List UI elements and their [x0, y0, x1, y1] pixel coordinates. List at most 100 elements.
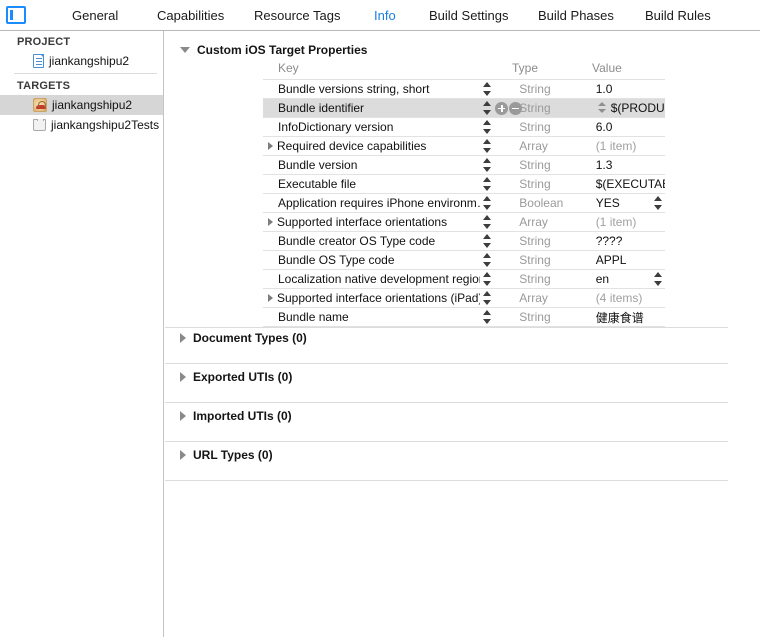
value-stepper-icon[interactable]: [651, 195, 665, 211]
plist-type-cell[interactable]: String: [512, 101, 586, 115]
plist-type-cell[interactable]: Array: [512, 215, 586, 229]
plist-key-cell[interactable]: Bundle name: [263, 310, 480, 324]
table-row[interactable]: Localization native development region St…: [263, 269, 665, 288]
plist-value-cell[interactable]: APPL: [587, 253, 665, 267]
plist-key-cell[interactable]: Executable file: [263, 177, 480, 191]
plist-key-cell[interactable]: Bundle version: [263, 158, 480, 172]
section-url-types[interactable]: URL Types (0): [180, 448, 273, 462]
plist-value-cell[interactable]: (1 item): [587, 215, 665, 229]
disclosure-triangle-right-icon[interactable]: [268, 218, 273, 226]
navigator-toggle-icon[interactable]: [6, 6, 26, 24]
plist-type-cell[interactable]: String: [512, 253, 586, 267]
plist-value-cell[interactable]: YES: [587, 195, 665, 211]
disclosure-triangle-right-icon[interactable]: [268, 142, 273, 150]
plist-key-cell[interactable]: Bundle creator OS Type code: [263, 234, 480, 248]
add-row-button[interactable]: [495, 102, 508, 115]
key-stepper-icon[interactable]: [480, 214, 494, 230]
tab-resource-tags[interactable]: Resource Tags: [254, 8, 340, 23]
tab-build-settings[interactable]: Build Settings: [429, 8, 509, 23]
tab-general[interactable]: General: [72, 8, 118, 23]
plist-value-cell[interactable]: 1.0: [587, 82, 665, 96]
column-header-value: Value: [583, 61, 665, 75]
table-row[interactable]: Supported interface orientations (iPad) A…: [263, 288, 665, 307]
plist-key-cell[interactable]: Bundle OS Type code: [263, 253, 480, 267]
key-stepper-icon[interactable]: [480, 119, 494, 135]
table-row[interactable]: Bundle identifier String$(PRODUCT_: [263, 98, 665, 117]
key-stepper-icon[interactable]: [480, 138, 494, 154]
plist-key-cell[interactable]: Required device capabilities: [263, 139, 480, 153]
plist-type-cell[interactable]: String: [512, 158, 586, 172]
key-stepper-icon[interactable]: [480, 252, 494, 268]
key-stepper-icon[interactable]: [480, 290, 494, 306]
disclosure-triangle-right-icon[interactable]: [180, 450, 186, 460]
sidebar-item-project-0[interactable]: jiankangshipu2: [0, 51, 163, 71]
key-stepper-icon[interactable]: [480, 309, 494, 325]
plist-value-cell[interactable]: (4 items): [587, 291, 665, 305]
disclosure-triangle-right-icon[interactable]: [180, 333, 186, 343]
table-row[interactable]: Bundle OS Type code StringAPPL: [263, 250, 665, 269]
plist-type-cell[interactable]: String: [512, 310, 586, 324]
table-row[interactable]: Bundle version String1.3: [263, 155, 665, 174]
disclosure-triangle-right-icon[interactable]: [180, 372, 186, 382]
key-stepper-icon[interactable]: [480, 233, 494, 249]
section-document-types[interactable]: Document Types (0): [180, 331, 307, 345]
section-imported-utis[interactable]: Imported UTIs (0): [180, 409, 292, 423]
plist-type-cell[interactable]: String: [512, 272, 586, 286]
table-row[interactable]: Bundle name String健康食谱: [263, 307, 665, 327]
tab-build-rules[interactable]: Build Rules: [645, 8, 711, 23]
table-row[interactable]: InfoDictionary version String6.0: [263, 117, 665, 136]
table-row[interactable]: Executable file String$(EXECUTABL: [263, 174, 665, 193]
plist-type-cell[interactable]: Boolean: [512, 196, 586, 210]
plist-value-cell[interactable]: 健康食谱: [587, 309, 665, 326]
app-target-icon: [33, 98, 47, 112]
targets-list: jiankangshipu2jiankangshipu2Tests: [0, 95, 163, 135]
sidebar-item-target-1[interactable]: jiankangshipu2Tests: [0, 115, 163, 135]
plist-type-cell[interactable]: Array: [512, 291, 586, 305]
plist-value-cell[interactable]: ????: [587, 234, 665, 248]
table-row[interactable]: Application requires iPhone environm… Boo…: [263, 193, 665, 212]
plist-value-cell[interactable]: 6.0: [587, 120, 665, 134]
plist-key-cell[interactable]: Supported interface orientations (iPad): [263, 291, 480, 305]
key-stepper-icon[interactable]: [480, 195, 494, 211]
plist-type-cell[interactable]: String: [512, 120, 586, 134]
project-document-icon: [33, 54, 44, 68]
plist-key-cell[interactable]: InfoDictionary version: [263, 120, 480, 134]
disclosure-triangle-down-icon[interactable]: [180, 47, 190, 53]
table-row[interactable]: Supported interface orientations Array(1 …: [263, 212, 665, 231]
plist-type-cell[interactable]: Array: [512, 139, 586, 153]
tab-capabilities[interactable]: Capabilities: [157, 8, 224, 23]
plist-value-cell[interactable]: $(PRODUCT_: [587, 100, 665, 116]
table-row[interactable]: Bundle creator OS Type code String????: [263, 231, 665, 250]
plist-key-cell[interactable]: Localization native development region: [263, 272, 480, 286]
disclosure-triangle-right-icon[interactable]: [180, 411, 186, 421]
section-title-label: Custom iOS Target Properties: [197, 43, 367, 57]
key-stepper-icon[interactable]: [480, 100, 494, 116]
tab-build-phases[interactable]: Build Phases: [538, 8, 614, 23]
value-chevron-icon[interactable]: [596, 100, 608, 116]
table-row[interactable]: Bundle versions string, short String1.0: [263, 79, 665, 98]
value-stepper-icon[interactable]: [651, 271, 665, 287]
tab-info[interactable]: Info: [374, 8, 396, 23]
key-stepper-icon[interactable]: [480, 81, 494, 97]
table-row[interactable]: Required device capabilities Array(1 item…: [263, 136, 665, 155]
plist-value-cell[interactable]: $(EXECUTABL: [587, 177, 665, 191]
plist-type-cell[interactable]: String: [512, 234, 586, 248]
plist-type-cell[interactable]: String: [512, 177, 586, 191]
plist-key-cell[interactable]: Bundle versions string, short: [263, 82, 480, 96]
plist-key-cell[interactable]: Bundle identifier: [263, 101, 480, 115]
custom-ios-target-properties-header[interactable]: Custom iOS Target Properties: [180, 43, 367, 57]
remove-row-button[interactable]: [509, 102, 522, 115]
section-exported-utis[interactable]: Exported UTIs (0): [180, 370, 292, 384]
plist-key-cell[interactable]: Supported interface orientations: [263, 215, 480, 229]
plist-key-cell[interactable]: Application requires iPhone environm…: [263, 196, 480, 210]
disclosure-triangle-right-icon[interactable]: [268, 294, 273, 302]
key-stepper-icon[interactable]: [480, 176, 494, 192]
plist-type-cell[interactable]: String: [512, 82, 586, 96]
plist-value-cell[interactable]: en: [587, 271, 665, 287]
plist-key-label: Supported interface orientations (iPad): [277, 291, 480, 305]
key-stepper-icon[interactable]: [480, 157, 494, 173]
key-stepper-icon[interactable]: [480, 271, 494, 287]
plist-value-cell[interactable]: (1 item): [587, 139, 665, 153]
sidebar-item-target-0[interactable]: jiankangshipu2: [0, 95, 163, 115]
plist-value-cell[interactable]: 1.3: [587, 158, 665, 172]
